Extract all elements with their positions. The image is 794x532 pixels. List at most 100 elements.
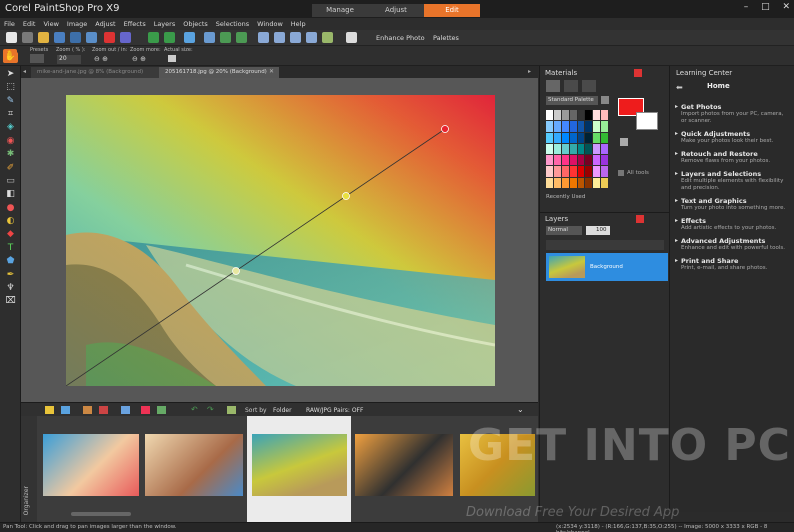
presets-dropdown[interactable] — [30, 54, 44, 63]
pick-tool-icon[interactable]: ➤ — [3, 69, 18, 80]
fill-tool-icon[interactable]: ◆ — [3, 229, 18, 240]
zoom-pct-input[interactable]: 20 — [57, 55, 81, 64]
color-swatch[interactable] — [546, 132, 553, 143]
learning-item-title[interactable]: Text and Graphics — [681, 197, 790, 205]
dodge-tool-icon[interactable]: ● — [3, 203, 18, 214]
open-folder-icon[interactable] — [38, 32, 49, 43]
learning-item-title[interactable]: Advanced Adjustments — [681, 237, 790, 245]
color-swatch[interactable] — [601, 155, 608, 166]
rotate-right-icon[interactable] — [236, 32, 247, 43]
color-swatch[interactable] — [593, 177, 601, 188]
color-swatch[interactable] — [577, 132, 585, 143]
shape-tool-icon[interactable]: ⬟ — [3, 256, 18, 267]
enhance-photo-menu[interactable]: Enhance Photo — [376, 34, 425, 42]
color-swatch[interactable] — [569, 143, 577, 155]
menu-edit[interactable]: Edit — [19, 18, 40, 30]
image-canvas[interactable] — [21, 78, 538, 402]
menu-adjust[interactable]: Adjust — [91, 18, 119, 30]
learning-item[interactable]: ▸ Text and Graphics Turn your photo into s… — [675, 197, 790, 212]
warp-tool-icon[interactable]: ♆ — [3, 283, 18, 294]
color-swatch[interactable] — [546, 166, 553, 177]
color-swatch[interactable] — [569, 166, 577, 177]
menu-file[interactable]: File — [0, 18, 19, 30]
learning-item[interactable]: ▸ Effects Add artistic effects to your pho… — [675, 217, 790, 232]
raw-jpg-pairs-toggle[interactable]: RAW/JPG Pairs: OFF — [306, 407, 363, 414]
color-swatch[interactable] — [585, 143, 593, 155]
organizer-select-all-icon[interactable] — [227, 406, 236, 414]
color-swatch[interactable] — [601, 177, 608, 188]
layer-row-background[interactable]: Background — [546, 253, 668, 281]
swap-colors-icon[interactable] — [620, 138, 628, 146]
tab-manage[interactable]: Manage — [312, 4, 368, 17]
red-eye-tool-icon[interactable]: ◉ — [3, 136, 18, 147]
layers-close-icon[interactable] — [636, 215, 644, 223]
clone-tool-icon[interactable]: ✱ — [3, 149, 18, 160]
redo-icon[interactable] — [164, 32, 175, 43]
color-swatch[interactable] — [553, 177, 561, 188]
rainbow-tab-icon[interactable] — [564, 80, 578, 92]
new-blank-icon[interactable] — [22, 32, 33, 43]
learning-item-title[interactable]: Layers and Selections — [681, 170, 790, 178]
sort-by-dropdown[interactable]: Folder — [273, 407, 292, 414]
paint-brush-icon[interactable]: ✐ — [3, 163, 18, 174]
color-swatch[interactable] — [546, 110, 553, 121]
zoom-in-icon[interactable] — [290, 32, 301, 43]
object-tool-icon[interactable]: ⌧ — [3, 296, 18, 307]
color-swatch[interactable] — [585, 121, 593, 132]
rotate-left-icon[interactable] — [220, 32, 231, 43]
zoom-out-icon[interactable] — [306, 32, 317, 43]
learning-item[interactable]: ▸ Get Photos Import photos from your PC, c… — [675, 103, 790, 125]
selection-tool-icon[interactable]: ⬚ — [3, 82, 18, 93]
thumbnail-1[interactable] — [43, 434, 139, 496]
actual-size-button[interactable] — [168, 55, 176, 62]
palettes-menu[interactable]: Palettes — [433, 34, 459, 42]
grid-icon[interactable] — [258, 32, 269, 43]
color-swatch[interactable] — [593, 132, 601, 143]
learning-item[interactable]: ▸ Retouch and Restore Remove flaws from yo… — [675, 150, 790, 165]
color-swatch[interactable] — [585, 155, 593, 166]
crop-tool-icon[interactable]: ⌗ — [3, 109, 18, 120]
fit-window-icon[interactable] — [274, 32, 285, 43]
gradient-tool-icon[interactable]: ◧ — [3, 189, 18, 200]
materials-close-icon[interactable] — [634, 69, 642, 77]
back-icon[interactable]: ⬅ — [676, 83, 683, 92]
color-swatch[interactable] — [577, 143, 585, 155]
zoom-out-in-buttons[interactable]: ⊖ ⊕ — [94, 55, 108, 63]
learning-item-title[interactable]: Quick Adjustments — [681, 130, 790, 138]
blend-mode-dropdown[interactable]: Normal — [546, 226, 582, 235]
color-swatch[interactable] — [577, 121, 585, 132]
color-swatch[interactable] — [546, 177, 553, 188]
color-swatch[interactable] — [553, 132, 561, 143]
save-as-icon[interactable] — [70, 32, 81, 43]
learning-item[interactable]: ▸ Advanced Adjustments Enhance and edit wi… — [675, 237, 790, 252]
new-file-icon[interactable] — [6, 32, 17, 43]
cut-icon[interactable] — [120, 32, 131, 43]
save-icon[interactable] — [54, 32, 65, 43]
undo-icon[interactable] — [148, 32, 159, 43]
doc-tab-2[interactable]: 205161718.jpg @ 20% (Background) — [159, 67, 279, 78]
color-swatch[interactable] — [546, 155, 553, 166]
opacity-input[interactable]: 100 — [586, 226, 610, 235]
color-swatch[interactable] — [585, 177, 593, 188]
learning-item-title[interactable]: Effects — [681, 217, 790, 225]
color-swatch[interactable] — [569, 132, 577, 143]
tabs-scroll-left-icon[interactable]: ◂ — [23, 68, 26, 75]
menu-selections[interactable]: Selections — [212, 18, 253, 30]
doc-tab-1[interactable]: mike-and-jane.jpg @ 8% (Background) — [31, 67, 161, 78]
color-swatch[interactable] — [585, 166, 593, 177]
pan-tool-icon[interactable]: ✋ — [3, 52, 18, 63]
color-swatch[interactable] — [561, 143, 569, 155]
color-swatch[interactable] — [561, 110, 569, 121]
learning-item[interactable]: ▸ Layers and Selections Edit multiple elem… — [675, 170, 790, 192]
color-swatch[interactable] — [585, 110, 593, 121]
menu-view[interactable]: View — [39, 18, 62, 30]
color-swatch[interactable] — [601, 143, 608, 155]
color-swatch[interactable] — [553, 155, 561, 166]
collapse-organizer-icon[interactable]: ⌄ — [517, 405, 524, 414]
print-icon[interactable] — [86, 32, 97, 43]
retouch-tool-icon[interactable]: ◐ — [3, 216, 18, 227]
color-swatch[interactable] — [601, 121, 608, 132]
color-swatch[interactable] — [593, 110, 601, 121]
organizer-edit-icon[interactable] — [83, 406, 92, 414]
color-swatch[interactable] — [553, 110, 561, 121]
